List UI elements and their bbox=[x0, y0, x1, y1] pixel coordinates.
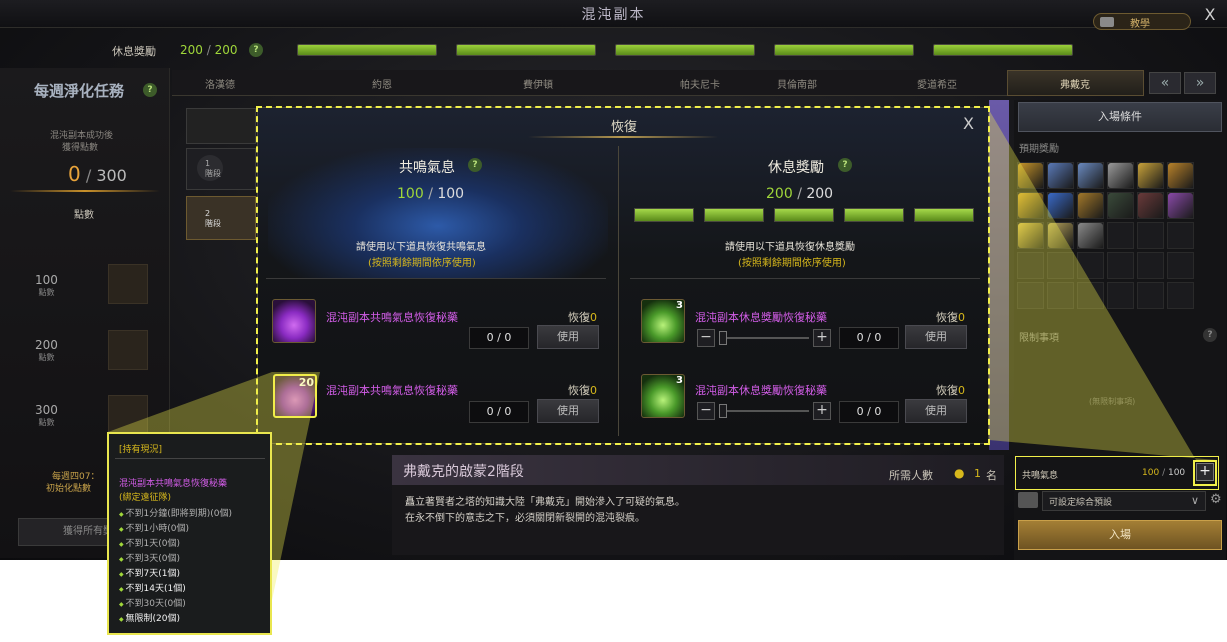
screenshot-stage: 混沌副本 教學 X 休息獎勵 200 / 200 ? 每週淨化任務 ? 混沌副本… bbox=[0, 0, 1227, 642]
callout-wedge-right bbox=[989, 110, 1216, 460]
tooltip-line-text: 不到1天(0個) bbox=[125, 539, 181, 549]
tooltip-line-text: 不到7天(1個) bbox=[125, 569, 181, 579]
tooltip-header: [持有現況] bbox=[119, 445, 163, 455]
tooltip-line: ◆ 不到3天(0個) bbox=[119, 551, 180, 564]
tooltip-line-text: 不到14天(1個) bbox=[125, 584, 186, 594]
tooltip-line: ◆ 不到1小時(0個) bbox=[119, 521, 189, 534]
modal-highlight bbox=[256, 106, 990, 445]
tooltip-line-text: 無限制(20個) bbox=[125, 614, 181, 624]
tooltip-line: ◆ 不到1天(0個) bbox=[119, 536, 180, 549]
plus-highlight bbox=[1193, 460, 1217, 486]
tooltip-line-text: 不到1小時(0個) bbox=[125, 524, 190, 534]
tooltip-line: ◆ 無限制(20個) bbox=[119, 611, 180, 624]
tooltip-line: ◆ 不到14天(1個) bbox=[119, 581, 186, 594]
tooltip-bound: (綁定遠征隊) bbox=[119, 493, 172, 503]
tooltip-item-name: 混沌副本共鳴氣息恢復秘藥 bbox=[119, 479, 228, 489]
holding-status-tooltip: [持有現況] 混沌副本共鳴氣息恢復秘藥 (綁定遠征隊) ◆ 不到1分鐘(即將到期… bbox=[107, 432, 272, 635]
tooltip-line-text: 不到30天(0個) bbox=[125, 599, 186, 609]
tooltip-line: ◆ 不到7天(1個) bbox=[119, 566, 180, 579]
tooltip-line-text: 不到1分鐘(即將到期)(0個) bbox=[125, 509, 233, 519]
tooltip-line: ◆ 不到1分鐘(即將到期)(0個) bbox=[119, 506, 232, 519]
resonance-highlight bbox=[1015, 456, 1219, 490]
tooltip-line-text: 不到3天(0個) bbox=[125, 554, 181, 564]
tooltip-line: ◆ 不到30天(0個) bbox=[119, 596, 186, 609]
